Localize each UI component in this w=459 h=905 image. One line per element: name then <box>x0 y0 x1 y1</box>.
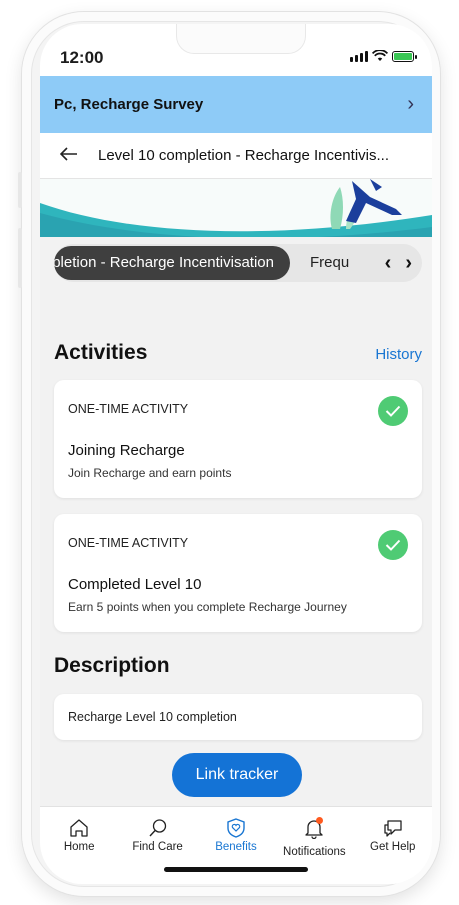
page-title: Level 10 completion - Recharge Incentivi… <box>98 147 389 164</box>
chat-icon <box>384 820 402 837</box>
survey-banner[interactable]: Pc, Recharge Survey › <box>40 76 432 133</box>
activity-type: ONE-TIME ACTIVITY <box>68 536 189 550</box>
activity-title: Completed Level 10 <box>68 576 202 593</box>
tab-label: Find Care <box>132 841 183 853</box>
search-icon <box>149 819 166 837</box>
status-icons <box>350 50 417 62</box>
activity-card[interactable]: ONE-TIME ACTIVITY Joining Recharge Join … <box>54 380 422 498</box>
survey-title: Pc, Recharge Survey <box>54 96 204 113</box>
tab-label: Benefits <box>215 841 257 853</box>
phone-volume-button <box>18 228 22 288</box>
bell-icon <box>303 817 325 844</box>
tab-label: Home <box>63 841 95 853</box>
activity-subtitle: Earn 5 points when you complete Recharge… <box>68 600 347 614</box>
tab-home[interactable]: Home <box>42 817 116 884</box>
description-card: Recharge Level 10 completion <box>54 694 422 740</box>
activity-type: ONE-TIME ACTIVITY <box>68 402 189 416</box>
wifi-icon <box>372 50 388 61</box>
tab-label: Notifications <box>283 846 346 858</box>
back-arrow-icon[interactable] <box>59 144 78 167</box>
link-tracker-button[interactable]: Link tracker <box>172 753 302 797</box>
hero-banner <box>40 179 432 237</box>
activity-subtitle: Join Recharge and earn points <box>68 466 232 480</box>
chip-next-activity[interactable]: Frequ <box>310 244 362 282</box>
history-link[interactable]: History <box>375 346 422 363</box>
status-time: 12:00 <box>60 48 104 67</box>
chip-current-activity[interactable]: pletion - Recharge Incentivisation <box>54 246 290 280</box>
tab-benefits[interactable]: Benefits <box>199 817 273 884</box>
activities-header: Activities History <box>54 341 422 365</box>
battery-icon <box>392 50 417 62</box>
description-text: Recharge Level 10 completion <box>68 710 237 724</box>
activities-title: Activities <box>54 341 148 364</box>
check-icon <box>378 396 408 426</box>
description-title: Description <box>54 654 170 677</box>
signal-icon <box>350 50 368 62</box>
home-indicator <box>164 867 308 872</box>
chip-arrows: ‹ › <box>378 244 412 282</box>
check-icon <box>378 530 408 560</box>
phone-notch <box>176 24 306 54</box>
tab-notifications[interactable]: Notifications <box>277 817 351 884</box>
activity-card[interactable]: ONE-TIME ACTIVITY Completed Level 10 Ear… <box>54 514 422 632</box>
header-bar: Level 10 completion - Recharge Incentivi… <box>40 133 432 179</box>
runner-illustration <box>40 179 432 237</box>
bottom-tab-bar: Home Find Care Benefits Notifications Ge… <box>40 806 432 884</box>
chevron-right-icon[interactable]: › <box>405 252 412 275</box>
description-header: Description <box>54 654 422 678</box>
home-icon <box>70 819 88 837</box>
activity-chip-carousel: pletion - Recharge Incentivisation Frequ… <box>54 244 422 282</box>
shield-heart-icon <box>227 818 245 838</box>
phone-side-button <box>18 172 22 208</box>
tab-find-care[interactable]: Find Care <box>121 817 195 884</box>
chevron-left-icon[interactable]: ‹ <box>385 252 392 275</box>
chevron-right-icon: › <box>407 93 414 115</box>
app-screen: 12:00 Pc, Recharge Survey › Level 10 com… <box>40 24 432 884</box>
activity-title: Joining Recharge <box>68 442 185 459</box>
tab-get-help[interactable]: Get Help <box>356 817 430 884</box>
tab-label: Get Help <box>370 841 416 853</box>
